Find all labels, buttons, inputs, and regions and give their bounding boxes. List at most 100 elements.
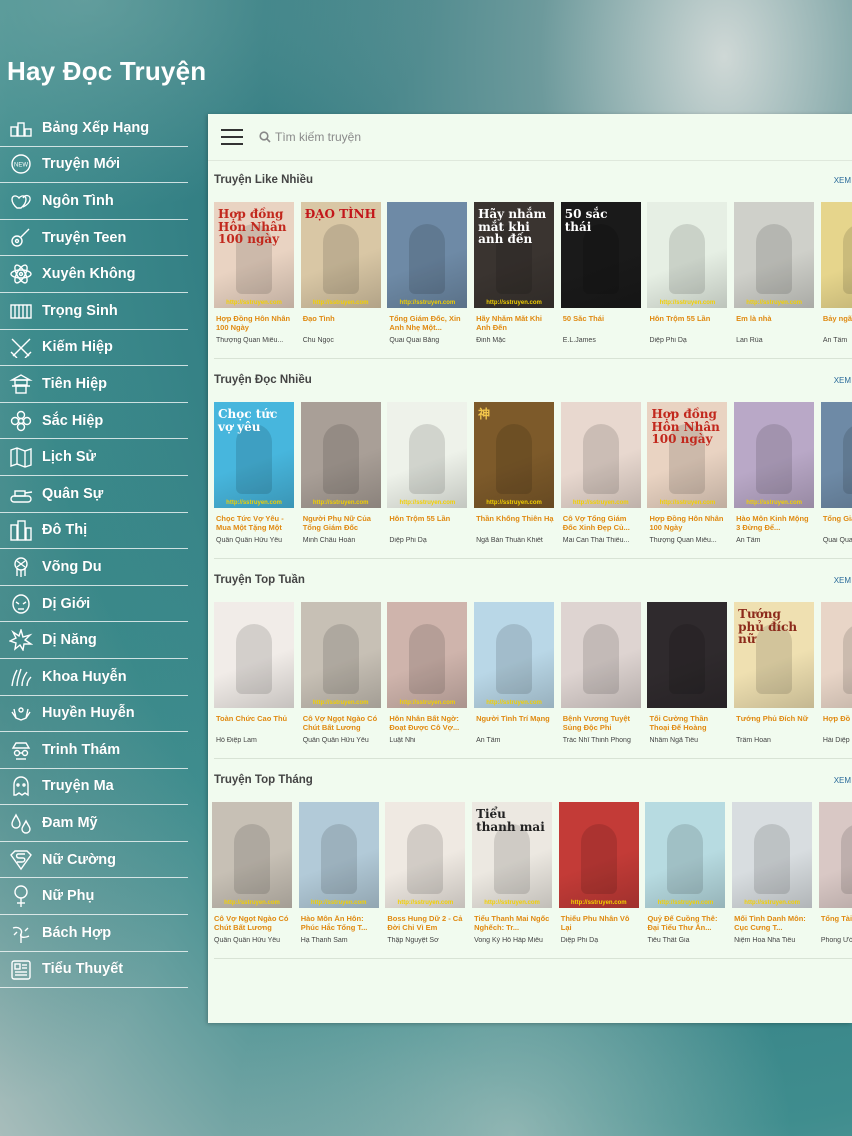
book-title[interactable]: Bệnh Vương Tuyệt Sủng Độc Phi (561, 715, 641, 735)
book-title[interactable]: Mối Tình Danh Môn: Cục Cưng T... (732, 915, 812, 935)
book-card[interactable]: http://sstruyen.com Thiếu Phu Nhân Vô Lại… (558, 802, 639, 944)
sidebar-item[interactable]: Đô Thị (0, 513, 188, 550)
book-card[interactable]: Bảy ngã Ân Tầm (820, 202, 852, 344)
book-cover[interactable] (214, 602, 294, 708)
book-card[interactable]: Hợp đồng Hôn Nhân 100 ngày http://sstruye… (647, 402, 728, 544)
book-cover[interactable]: http://sstruyen.com (387, 202, 468, 308)
book-card[interactable]: http://sstruyen.com Hôn Trộm 55 Lần Diệp P… (387, 402, 468, 544)
sidebar-item[interactable]: Ngôn Tình (0, 183, 188, 220)
sidebar-item[interactable]: Kiếm Hiệp (0, 330, 188, 367)
book-title[interactable]: Đạo Tình (301, 315, 381, 335)
book-title[interactable]: Hào Môn Ân Hôn: Phúc Hắc Tổng T... (299, 915, 379, 935)
book-title[interactable]: Chọc Tức Vợ Yêu - Mua Một Tặng Một (214, 515, 294, 535)
menu-icon[interactable] (221, 129, 243, 145)
book-cover[interactable]: Hợp đồng Hôn Nhân 100 ngày http://sstruye… (647, 402, 728, 508)
book-title[interactable]: Hôn Trộm 55 Lần (387, 515, 467, 535)
see-all-link[interactable]: XEM T (834, 576, 852, 585)
book-cover[interactable]: http://sstruyen.com (387, 602, 468, 708)
book-title[interactable]: 50 Sắc Thái (561, 315, 641, 335)
book-card[interactable]: http://sstruyen.com Mối Tình Danh Môn: Cụ… (732, 802, 813, 944)
book-cover[interactable]: http://sstruyen.com (474, 602, 555, 708)
book-card[interactable]: Tướng phủ đích nữ Tướng Phủ Đích Nữ Trầm H… (734, 602, 815, 744)
book-card[interactable]: http://sstruyen.com Quỷ Đế Cuồng Thê: Đại… (645, 802, 726, 944)
sidebar-item[interactable]: Dị Giới (0, 586, 188, 623)
book-title[interactable]: Hào Môn Kinh Mộng 3 Đừng Để... (734, 515, 814, 535)
book-title[interactable]: Thần Khống Thiên Hạ (474, 515, 554, 535)
sidebar-item[interactable]: Đam Mỹ (0, 805, 188, 842)
book-cover[interactable]: Chọc tức vợ yêu http://sstruyen.com (214, 402, 294, 508)
search-bar[interactable] (259, 130, 575, 144)
book-title[interactable]: Cô Vợ Ngọt Ngào Có Chút Bất Lương (212, 915, 292, 935)
sidebar-item[interactable]: Xuyên Không (0, 256, 188, 293)
book-card[interactable]: http://sstruyen.com Cô Vợ Tổng Giám Đốc X… (560, 402, 641, 544)
book-cover[interactable]: Hãy nhắm mắt khi anh đến http://sstruyen.… (474, 202, 555, 308)
book-cover[interactable]: http://sstruyen.com (732, 802, 813, 908)
book-title[interactable]: Cô Vợ Tổng Giám Đốc Xinh Đẹp Củ... (561, 515, 641, 535)
book-cover[interactable]: 神 http://sstruyen.com (474, 402, 555, 508)
book-card[interactable]: 50 sắc thái 50 Sắc Thái E.L.James (560, 202, 641, 344)
book-title[interactable]: Boss Hung Dữ 2 - Cả Đời Chỉ Vì Em (385, 915, 465, 935)
book-card[interactable]: Tổng Tài Thế Lực... Phong Ước (818, 802, 852, 944)
book-title[interactable]: Hợp Đồng Hôn Nhân 100 Ngày (647, 515, 727, 535)
sidebar-item[interactable]: NEW Truyện Mới (0, 147, 188, 184)
sidebar-item[interactable]: Lịch Sử (0, 439, 188, 476)
book-title[interactable]: Người Tình Trí Mạng (474, 715, 554, 735)
book-card[interactable]: Tổng Giám Xin Anh... Quai Quai... (820, 402, 852, 544)
book-cover[interactable]: Hợp đồng Hôn Nhân 100 ngày http://sstruye… (214, 202, 294, 308)
book-cover[interactable]: http://sstruyen.com (734, 202, 815, 308)
book-card[interactable]: http://sstruyen.com Hào Môn Kinh Mộng 3 Đ… (734, 402, 815, 544)
book-card[interactable]: Toàn Chức Cao Thủ Hồ Điệp Lam (214, 602, 294, 744)
book-title[interactable]: Hợp Đồ Nhân 2... (821, 715, 852, 735)
book-cover[interactable]: http://sstruyen.com (300, 602, 381, 708)
book-title[interactable]: Tối Cường Thần Thoại Đế Hoàng (647, 715, 727, 735)
book-cover[interactable] (820, 602, 852, 708)
book-card[interactable]: Hợp Đồ Nhân 2... Hải Diệp (820, 602, 852, 744)
sidebar-item[interactable]: Trinh Thám (0, 732, 188, 769)
sidebar-item[interactable]: Nữ Cường (0, 842, 188, 879)
book-title[interactable]: Bảy ngã (821, 315, 852, 335)
book-card[interactable]: http://sstruyen.com Tổng Giám Đốc, Xin An… (387, 202, 468, 344)
book-title[interactable]: Hợp Đồng Hôn Nhân 100 Ngày (214, 315, 294, 335)
book-title[interactable]: Hôn Nhân Bất Ngờ: Đoạt Được Cô Vợ... (387, 715, 467, 735)
book-title[interactable]: Cô Vợ Ngọt Ngào Có Chút Bất Lương (301, 715, 381, 735)
book-cover[interactable]: 50 sắc thái (560, 202, 641, 308)
book-card[interactable]: http://sstruyen.com Em là nhà Lan Rùa (734, 202, 815, 344)
book-card[interactable]: Hợp đồng Hôn Nhân 100 ngày http://sstruye… (214, 202, 294, 344)
book-card[interactable]: Chọc tức vợ yêu http://sstruyen.com Chọc T… (214, 402, 294, 544)
sidebar-item[interactable]: Tiểu Thuyết (0, 952, 188, 989)
book-card[interactable]: Tiểu thanh mai http://sstruyen.com Tiểu Th… (472, 802, 553, 944)
search-input[interactable] (275, 130, 575, 144)
book-card[interactable]: http://sstruyen.com Người Phụ Nữ Của Tổng… (300, 402, 381, 544)
book-title[interactable]: Tổng Giám Đốc, Xin Anh Nhẹ Một... (387, 315, 467, 335)
sidebar-item[interactable]: Dị Năng (0, 622, 188, 659)
sidebar-item[interactable]: Truyện Teen (0, 220, 188, 257)
book-card[interactable]: Hãy nhắm mắt khi anh đến http://sstruyen.… (474, 202, 555, 344)
book-cover[interactable]: http://sstruyen.com (560, 402, 641, 508)
book-card[interactable]: Tối Cường Thần Thoại Đế Hoàng Nhâm Ngã Ti… (647, 602, 728, 744)
book-cover[interactable] (820, 402, 852, 508)
sidebar-item[interactable]: Khoa Huyễn (0, 659, 188, 696)
book-cover[interactable]: http://sstruyen.com (647, 202, 728, 308)
book-cover[interactable] (818, 802, 852, 908)
see-all-link[interactable]: XEM T (834, 776, 852, 785)
sidebar-item[interactable]: Quân Sự (0, 476, 188, 513)
book-cover[interactable]: http://sstruyen.com (645, 802, 726, 908)
book-card[interactable]: Bệnh Vương Tuyệt Sủng Độc Phi Trác Nhĩ Th… (560, 602, 641, 744)
book-title[interactable]: Tổng Giám Xin Anh... (821, 515, 852, 535)
book-cover[interactable]: http://sstruyen.com (212, 802, 292, 908)
book-card[interactable]: http://sstruyen.com Cô Vợ Ngọt Ngào Có Ch… (300, 602, 381, 744)
sidebar-item[interactable]: Sắc Hiệp (0, 403, 188, 440)
sidebar-item[interactable]: Bảng Xếp Hạng (0, 110, 188, 147)
book-card[interactable]: http://sstruyen.com Cô Vợ Ngọt Ngào Có Ch… (212, 802, 292, 944)
book-cover[interactable]: Tiểu thanh mai http://sstruyen.com (472, 802, 553, 908)
book-card[interactable]: http://sstruyen.com Hôn Trộm 55 Lần Diệp P… (647, 202, 728, 344)
book-title[interactable]: Em là nhà (734, 315, 814, 335)
book-card[interactable]: ĐẠO TÌNH http://sstruyen.com Đạo Tình Chu N… (300, 202, 381, 344)
see-all-link[interactable]: XEM T (834, 376, 852, 385)
book-title[interactable]: Tổng Tài Thế Lực... (819, 915, 852, 935)
book-title[interactable]: Tướng Phủ Đích Nữ (734, 715, 814, 735)
book-cover[interactable]: http://sstruyen.com (734, 402, 815, 508)
book-cover[interactable]: Tướng phủ đích nữ (734, 602, 815, 708)
book-cover[interactable]: http://sstruyen.com (300, 402, 381, 508)
book-title[interactable]: Hôn Trộm 55 Lần (647, 315, 727, 335)
